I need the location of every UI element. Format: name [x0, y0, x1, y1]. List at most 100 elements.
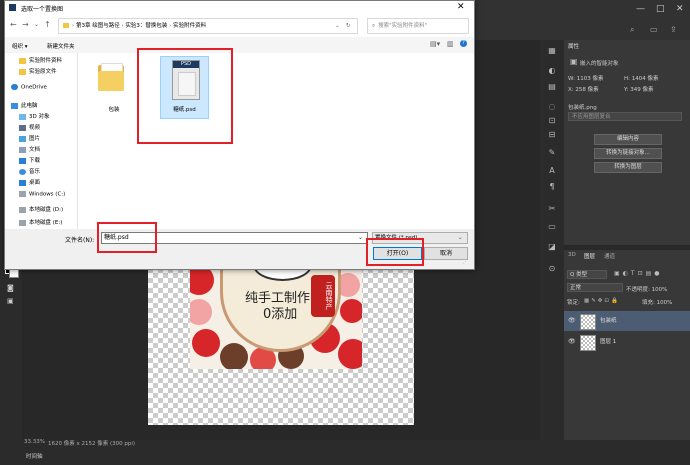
address-bar[interactable]: › 第3章 绘图与路径 › 实验3：替换包装 › 实验附件资料 ⌄ ↻ — [58, 18, 358, 34]
fill-field[interactable]: 填充: 100% — [642, 298, 672, 306]
visibility-eye-icon[interactable]: 👁 — [568, 311, 576, 331]
preview-pane-icon[interactable]: ▥ — [447, 40, 454, 48]
filter-icons[interactable]: ▣◐T⊡▤● — [614, 270, 663, 277]
nav-item[interactable]: 此电脑 — [11, 101, 38, 109]
blend-mode-select[interactable]: 正常 — [567, 283, 623, 292]
red-seal: 云南特产 — [311, 275, 335, 317]
search-input[interactable]: ⌕ 搜索"实验附件资料" — [367, 18, 469, 34]
forward-arrow-icon[interactable]: → — [22, 20, 29, 29]
tab-layers[interactable]: 图层 — [584, 252, 595, 260]
tab-properties[interactable]: 属性 — [568, 42, 579, 50]
layers-panel: 3D 图层 通道 Q 类型 ▣◐T⊡▤● 正常 不透明度: 100% 锁定: ▦… — [564, 250, 690, 459]
swatches-icon[interactable]: ▤ — [547, 82, 557, 92]
breadcrumb-item[interactable]: 实验3：替换包装 — [125, 23, 167, 29]
search-icon[interactable]: ⌕ — [630, 25, 634, 35]
help-icon[interactable]: ? — [460, 40, 467, 47]
minimize-icon[interactable]: — — [636, 4, 645, 14]
ps-app-icon — [9, 4, 16, 11]
desktop-icon — [19, 179, 26, 186]
tool-presets-icon[interactable]: ✂ — [547, 204, 557, 214]
breadcrumb-item[interactable]: 第3章 绘图与路径 — [76, 23, 120, 29]
nav-item[interactable]: 实验原文件 — [19, 67, 57, 75]
nav-item[interactable]: 桌面 — [19, 178, 40, 186]
width-value[interactable]: W: 1103 像素 — [568, 74, 603, 82]
cloud-icon — [11, 84, 18, 90]
visibility-eye-icon[interactable]: 👁 — [568, 332, 576, 352]
share-icon[interactable]: ⇪ — [670, 25, 677, 34]
brushes-icon[interactable]: ✎ — [547, 148, 557, 158]
nav-item[interactable]: 文档 — [19, 145, 40, 153]
highlight-file — [137, 48, 233, 144]
nav-item[interactable]: 下载 — [19, 156, 40, 164]
y-value[interactable]: Y: 349 像素 — [624, 85, 653, 93]
close-icon[interactable]: ✕ — [457, 2, 465, 12]
back-arrow-icon[interactable]: ← — [10, 20, 17, 29]
breadcrumb-item[interactable]: 实验附件资料 — [173, 23, 206, 29]
lock-icons[interactable]: ▦✎✥⊡🔒 — [584, 298, 620, 304]
styles-icon[interactable]: ⊡ — [547, 116, 557, 126]
cancel-button[interactable]: 取消 — [424, 247, 468, 260]
info-icon[interactable]: ⊙ — [547, 264, 557, 274]
opacity-field[interactable]: 不透明度: 100% — [626, 285, 667, 293]
chevron-down-icon[interactable]: ⌄ — [358, 233, 363, 243]
package-artwork: CAKE 纯手工制作 0添加 云南特产 — [190, 263, 362, 369]
computer-icon — [11, 102, 18, 109]
nav-item[interactable]: 实验附件资料 — [19, 56, 62, 64]
nav-item-label: 桌面 — [29, 180, 41, 186]
notes-icon[interactable]: ◪ — [547, 242, 557, 252]
paragraph-icon[interactable]: ¶ — [547, 182, 557, 192]
resize-grip-icon[interactable]: ⋰ — [463, 259, 468, 265]
layer-name[interactable]: 图层 1 — [600, 332, 616, 352]
convert-to-linked-button[interactable]: 转换为链接对象... — [594, 148, 662, 159]
nav-item[interactable]: 图片 — [19, 134, 40, 142]
nav-item[interactable]: OneDrive — [11, 84, 47, 91]
edit-contents-button[interactable]: 编辑内容 — [594, 134, 662, 145]
highlight-open — [366, 238, 424, 266]
nav-item[interactable]: 本地磁盘 (E:) — [19, 218, 62, 226]
tab-3d[interactable]: 3D — [568, 252, 576, 258]
tab-channels[interactable]: 通道 — [604, 252, 615, 260]
nav-item[interactable]: Windows (C:) — [19, 191, 65, 198]
video-icon — [19, 124, 26, 131]
layer-comp-select[interactable]: 不应用图层复合 — [568, 112, 682, 121]
organize-button[interactable]: 组织 ▾ — [12, 42, 28, 50]
nav-item[interactable]: 音乐 — [19, 167, 40, 175]
height-value[interactable]: H: 1404 像素 — [624, 74, 658, 82]
timeline-icon[interactable]: ▭ — [547, 222, 557, 232]
up-arrow-icon[interactable]: ↑ — [44, 20, 51, 29]
libraries-icon[interactable]: ⊟ — [547, 130, 557, 140]
character-icon[interactable]: A — [547, 166, 557, 176]
screen-mode-icon[interactable]: ▣ — [7, 297, 14, 305]
nav-item[interactable]: 本地磁盘 (D:) — [19, 205, 63, 213]
search-icon: ⌕ — [372, 23, 376, 29]
maximize-icon[interactable]: □ — [656, 4, 665, 14]
file-name: 包装 — [108, 107, 120, 113]
nav-item[interactable]: 3D 对象 — [19, 112, 49, 120]
layer-row[interactable]: 👁 包装纸 — [564, 311, 690, 331]
close-window-icon[interactable]: ✕ — [676, 4, 684, 14]
layer-filter-select[interactable]: Q 类型 — [567, 270, 607, 279]
documents-icon — [19, 146, 26, 153]
adjustments-icon[interactable]: ◌ — [547, 102, 557, 112]
nav-item-label: 本地磁盘 (E:) — [29, 220, 63, 226]
workspace-icon[interactable]: ▭ — [650, 25, 658, 34]
document-canvas[interactable]: CAKE 纯手工制作 0添加 云南特产 — [148, 263, 414, 425]
quick-mask-icon[interactable]: ◙ — [7, 284, 14, 292]
layer-name[interactable]: 包装纸 — [600, 311, 617, 331]
recent-dropdown-icon[interactable]: ⌄ — [34, 21, 39, 28]
zoom-level[interactable]: 33.33% — [24, 439, 45, 445]
new-folder-button[interactable]: 新建文件夹 — [47, 42, 75, 50]
timeline-tab[interactable]: 时间轴 — [26, 452, 43, 460]
color-icon[interactable]: ◐ — [547, 66, 557, 76]
view-options-icon[interactable]: ▤▾ — [430, 40, 440, 48]
pictures-icon — [19, 135, 26, 142]
convert-to-layers-button[interactable]: 转换为图层 — [594, 162, 662, 173]
chevron-down-icon[interactable]: ⌄ — [335, 19, 340, 33]
nav-item[interactable]: 视频 — [19, 123, 40, 131]
history-icon[interactable]: ▦ — [547, 46, 557, 56]
refresh-icon[interactable]: ↻ — [346, 19, 351, 33]
x-value[interactable]: X: 258 像素 — [568, 85, 599, 93]
layer-row[interactable]: 👁 图层 1 — [564, 332, 690, 352]
file-item-folder[interactable]: 包装 — [92, 57, 136, 117]
address-row: ← → ⌄ ↑ › 第3章 绘图与路径 › 实验3：替换包装 › 实验附件资料 … — [5, 15, 474, 37]
